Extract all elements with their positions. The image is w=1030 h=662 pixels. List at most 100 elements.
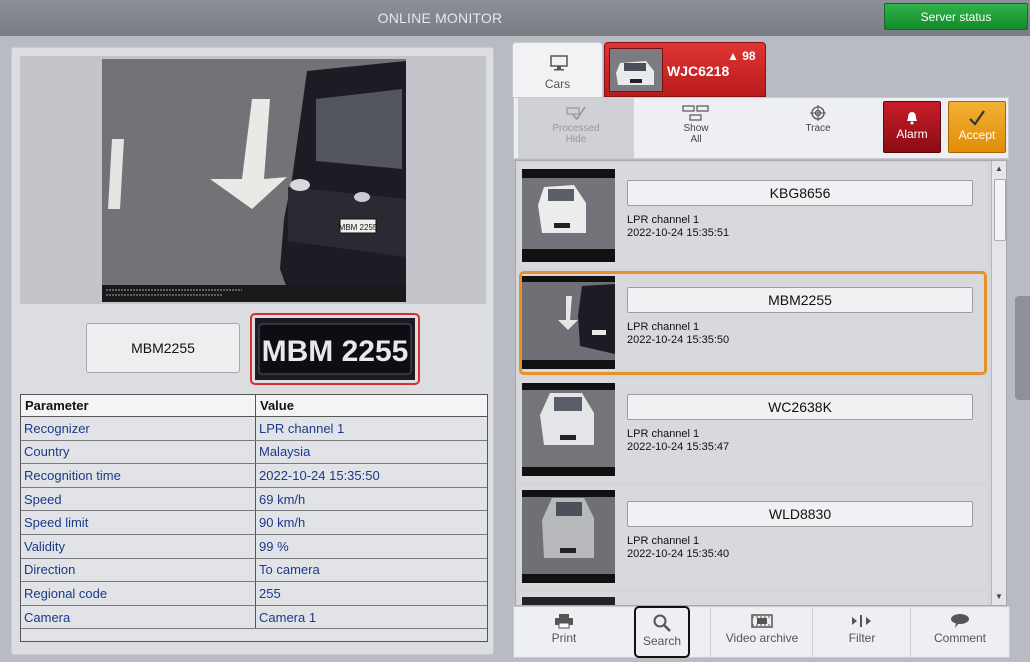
param-value: 90 km/h — [255, 510, 487, 535]
event-time: 2022-10-24 15:35:50 — [627, 334, 730, 346]
scroll-thumb[interactable] — [994, 179, 1006, 241]
table-row: Camera Camera 1 — [21, 605, 487, 630]
event-plate: WLD8830 — [627, 501, 973, 527]
bell-icon: ▲ — [727, 49, 739, 63]
events-panel: Cars WJC6218 ▲ 98 Processed Hide Show Al… — [512, 42, 1012, 658]
list-toolbar: Processed Hide Show All Trace Alarm Acce… — [513, 97, 1009, 159]
event-channel: LPR channel 1 — [627, 428, 700, 440]
show-label: Show — [683, 123, 709, 134]
scroll-up-arrow-icon[interactable]: ▲ — [995, 164, 1003, 173]
recognized-plate-box: MBM2255 — [86, 323, 240, 373]
accept-button[interactable]: Accept — [948, 101, 1006, 153]
trace-label: Trace — [805, 123, 831, 134]
event-list: KBG8656 LPR channel 1 2022-10-24 15:35:5… — [515, 160, 1007, 606]
table-row: Recognition time 2022-10-24 15:35:50 — [21, 463, 487, 488]
video-archive-label: Video archive — [725, 631, 799, 645]
param-name: Camera — [21, 605, 256, 630]
event-channel: LPR channel 1 — [627, 214, 700, 226]
param-name: Speed — [21, 487, 256, 512]
list-item[interactable]: WLD8830 LPR channel 1 2022-10-24 15:35:4… — [519, 485, 987, 589]
tab-cars-label: Cars — [544, 77, 571, 91]
monitor-icon — [550, 55, 568, 71]
table-row: Country Malaysia — [21, 440, 487, 465]
trace-button[interactable]: Trace — [762, 98, 874, 158]
search-button[interactable]: Search — [634, 606, 690, 658]
hide-label: Hide — [565, 134, 587, 145]
crosshair-icon — [810, 105, 826, 121]
comment-button[interactable]: Comment — [910, 607, 1009, 657]
list-scrollbar[interactable]: ▲ ▼ — [991, 161, 1006, 605]
list-item[interactable]: WC2638K LPR channel 1 2022-10-24 15:35:4… — [519, 378, 987, 482]
tab-cars[interactable]: Cars — [512, 42, 603, 97]
event-thumbnail — [522, 383, 615, 476]
param-value: 2022-10-24 15:35:50 — [255, 463, 487, 488]
alarm-thumbnail — [609, 48, 663, 92]
event-plate: WC2638K — [627, 394, 973, 420]
param-value: To camera — [255, 558, 487, 583]
table-row: Recognizer LPR channel 1 — [21, 416, 487, 441]
processed-hide-button[interactable]: Processed Hide — [518, 98, 634, 158]
plate-crop-image: MBM 2255 — [250, 313, 420, 385]
all-label: All — [690, 134, 702, 145]
list-item-selected[interactable]: MBM2255 LPR channel 1 2022-10-24 15:35:5… — [519, 271, 987, 375]
table-row: Direction To camera — [21, 558, 487, 583]
server-status-button[interactable]: Server status — [884, 3, 1028, 30]
alarm-count: 98 — [742, 49, 756, 63]
event-time: 2022-10-24 15:35:51 — [627, 227, 730, 239]
scroll-down-arrow-icon[interactable]: ▼ — [995, 592, 1003, 601]
param-name: Validity — [21, 534, 256, 559]
show-all-icon — [682, 105, 709, 121]
vehicle-snapshot: MBM 2255 — [102, 59, 406, 302]
param-name: Direction — [21, 558, 256, 583]
param-value: 69 km/h — [255, 487, 487, 512]
video-archive-button[interactable]: Video archive — [710, 607, 813, 657]
alarm-button-label: Alarm — [896, 127, 928, 141]
list-item[interactable]: KBG8656 LPR channel 1 2022-10-24 15:35:5… — [519, 164, 987, 268]
list-item-partial[interactable] — [519, 592, 987, 605]
event-channel: LPR channel 1 — [627, 535, 700, 547]
event-thumbnail — [522, 597, 615, 605]
param-name: Recognition time — [21, 463, 256, 488]
comment-label: Comment — [933, 631, 986, 645]
event-time: 2022-10-24 15:35:47 — [627, 441, 730, 453]
snapshot-frame: MBM 2255 — [20, 56, 486, 304]
alarm-tab-plate: WJC6218 — [667, 63, 730, 79]
parameters-table: Parameter Value Recognizer LPR channel 1 … — [20, 394, 488, 642]
side-panel-handle[interactable] — [1015, 296, 1030, 400]
film-icon — [751, 614, 773, 628]
event-time: 2022-10-24 15:35:40 — [627, 548, 730, 560]
column-header-parameter: Parameter — [21, 395, 256, 417]
event-thumbnail — [522, 276, 615, 369]
alarm-button[interactable]: Alarm — [883, 101, 941, 153]
bottom-toolbar: Print Search Video archive Filter Commen… — [513, 606, 1010, 658]
alarm-count-badge: ▲ 98 — [727, 49, 756, 63]
printer-icon — [555, 614, 573, 629]
table-row: Speed limit 90 km/h — [21, 510, 487, 535]
event-plate: KBG8656 — [627, 180, 973, 206]
app-title: ONLINE MONITOR — [377, 10, 503, 26]
table-row: Regional code 255 — [21, 581, 487, 606]
table-row: Speed 69 km/h — [21, 487, 487, 512]
show-all-button[interactable]: Show All — [638, 98, 754, 158]
filter-button[interactable]: Filter — [812, 607, 911, 657]
snapshot-plate-text: MBM 2255 — [339, 223, 378, 232]
param-value: Malaysia — [255, 440, 487, 465]
param-name: Regional code — [21, 581, 256, 606]
param-name: Country — [21, 440, 256, 465]
event-thumbnail — [522, 490, 615, 583]
plate-crop-text: MBM 2255 — [262, 335, 409, 368]
speech-bubble-icon — [951, 614, 969, 628]
param-value: 255 — [255, 581, 487, 606]
param-name: Recognizer — [21, 416, 256, 441]
check-filter-icon — [566, 106, 586, 121]
param-value: LPR channel 1 — [255, 416, 487, 441]
magnifier-icon — [653, 614, 671, 632]
title-bar: ONLINE MONITOR Server status — [0, 0, 1030, 36]
print-button[interactable]: Print — [514, 607, 614, 657]
event-plate: MBM2255 — [627, 287, 973, 313]
tab-alarm-plate[interactable]: WJC6218 ▲ 98 — [604, 42, 766, 97]
checkmark-icon — [969, 110, 985, 126]
table-row: Validity 99 % — [21, 534, 487, 559]
column-header-value: Value — [255, 395, 487, 417]
filter-arrows-icon — [852, 615, 871, 627]
